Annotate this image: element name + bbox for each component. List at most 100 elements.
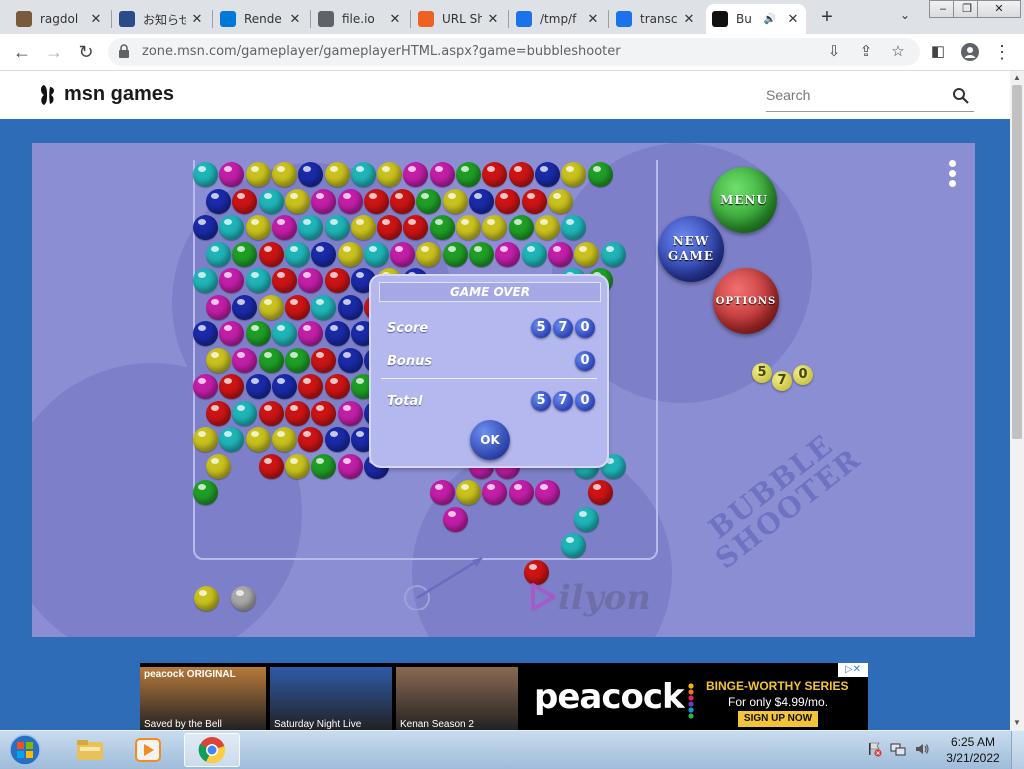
page-scrollbar[interactable]: ▲ ▼ bbox=[1010, 71, 1024, 730]
scroll-up-arrow-icon[interactable]: ▲ bbox=[1010, 71, 1024, 85]
ok-button[interactable]: OK bbox=[470, 420, 510, 460]
shooter-aim-arrow[interactable] bbox=[400, 550, 490, 610]
tab-title: URL Sh bbox=[442, 12, 482, 26]
ad-tile[interactable]: Saturday Night Live bbox=[270, 667, 392, 730]
media-player-icon[interactable] bbox=[120, 733, 176, 767]
forward-arrow-icon[interactable]: → bbox=[42, 40, 66, 64]
tab-search-icon[interactable]: ⌄ bbox=[896, 8, 914, 26]
browser-tab[interactable]: Rende ✕ bbox=[214, 4, 308, 34]
install-app-icon[interactable]: ⇩ bbox=[824, 42, 844, 62]
ad-brand-logo[interactable]: peacock bbox=[534, 677, 685, 717]
profile-avatar-icon[interactable] bbox=[958, 40, 982, 64]
bubble-yellow bbox=[547, 188, 573, 214]
bubble-cyan bbox=[600, 241, 626, 267]
reload-icon[interactable]: ↻ bbox=[74, 40, 98, 64]
total-digit: 5 bbox=[531, 391, 551, 411]
ilyon-play-icon bbox=[531, 583, 556, 611]
cat-photo-icon bbox=[16, 11, 32, 27]
tab-separator bbox=[608, 10, 609, 28]
tab-close-icon[interactable]: ✕ bbox=[586, 11, 600, 27]
next-bubble[interactable] bbox=[231, 586, 256, 611]
tab-close-icon[interactable]: ✕ bbox=[89, 11, 103, 27]
browser-tab[interactable]: Bu 🔊 ✕ bbox=[706, 4, 806, 34]
bubble-green bbox=[258, 347, 284, 373]
scroll-down-arrow-icon[interactable]: ▼ bbox=[1010, 716, 1024, 730]
lock-icon[interactable] bbox=[118, 44, 130, 58]
site-logo-text[interactable]: msn games bbox=[64, 83, 174, 106]
options-button[interactable]: OPTIONS bbox=[713, 268, 779, 334]
next-bubble[interactable] bbox=[194, 586, 219, 611]
browser-tab[interactable]: URL Sh ✕ bbox=[412, 4, 506, 34]
bubble-cyan bbox=[350, 162, 376, 187]
volume-icon[interactable] bbox=[914, 741, 930, 757]
url-text[interactable]: zone.msn.com/gameplayer/gameplayerHTML.a… bbox=[142, 44, 621, 59]
menu-button[interactable]: MENU bbox=[711, 167, 777, 233]
bubble-cyan bbox=[206, 241, 231, 267]
show-desktop-button[interactable] bbox=[1011, 731, 1024, 769]
bubble-cyan bbox=[271, 321, 297, 346]
action-center-flag-icon[interactable] bbox=[866, 741, 882, 757]
browser-tab[interactable]: ragdol ✕ bbox=[10, 4, 109, 34]
tab-close-icon[interactable]: ✕ bbox=[682, 11, 696, 27]
address-bar[interactable]: zone.msn.com/gameplayer/gameplayerHTML.a… bbox=[108, 38, 920, 66]
browser-tab[interactable]: file.io ✕ bbox=[312, 4, 408, 34]
side-panel-icon[interactable]: ◧ bbox=[926, 40, 950, 64]
ad-tile[interactable]: Kenan Season 2 bbox=[396, 667, 518, 730]
start-button[interactable] bbox=[6, 733, 44, 767]
tab-separator bbox=[212, 10, 213, 28]
bonus-digit: 0 bbox=[575, 351, 595, 371]
bookmark-star-icon[interactable]: ☆ bbox=[888, 42, 908, 62]
chrome-icon[interactable] bbox=[184, 733, 240, 767]
score-digit: 0 bbox=[575, 318, 595, 338]
bubble-magenta bbox=[337, 400, 363, 426]
search-box[interactable] bbox=[766, 85, 974, 112]
close-window-button[interactable]: ✕ bbox=[977, 0, 1021, 18]
ad-tile[interactable]: peacock ORIGINAL Saved by the Bell bbox=[140, 667, 266, 730]
browser-tab[interactable]: お知らせ ✕ bbox=[113, 4, 210, 34]
ad-tile-caption: Saturday Night Live bbox=[274, 719, 362, 730]
taskbar-clock[interactable]: 6:25 AM 3/21/2022 bbox=[940, 734, 1006, 766]
back-arrow-icon[interactable]: ← bbox=[10, 40, 34, 64]
bubble-red bbox=[284, 294, 310, 320]
bubble-cyan bbox=[521, 241, 547, 267]
share-icon[interactable]: ⇪ bbox=[856, 42, 876, 62]
tab-close-icon[interactable]: ✕ bbox=[486, 11, 500, 27]
msn-butterfly-icon[interactable] bbox=[38, 83, 58, 107]
tab-close-icon[interactable]: ✕ bbox=[388, 11, 402, 27]
scroll-thumb[interactable] bbox=[1012, 85, 1022, 439]
bubble-yellow bbox=[245, 427, 271, 452]
search-icon[interactable] bbox=[952, 87, 970, 105]
bubble-red bbox=[206, 400, 231, 426]
network-icon[interactable] bbox=[890, 741, 906, 757]
tab-close-icon[interactable]: ✕ bbox=[786, 11, 800, 27]
peacock-ad-banner[interactable]: peacock ORIGINAL Saved by the Bell Satur… bbox=[140, 663, 868, 730]
ad-signup-button[interactable]: SIGN UP NOW bbox=[738, 711, 818, 727]
news-icon bbox=[119, 11, 135, 27]
game-more-menu-icon[interactable] bbox=[946, 160, 958, 190]
audio-playing-icon[interactable]: 🔊 bbox=[764, 14, 776, 25]
bubble-blue bbox=[324, 427, 350, 452]
browser-tab[interactable]: /tmp/f ✕ bbox=[510, 4, 606, 34]
bubble-green bbox=[442, 241, 468, 267]
bubble-cyan bbox=[245, 268, 271, 293]
loaded-bubble[interactable] bbox=[524, 560, 549, 585]
ad-close-icon[interactable]: ▷✕ bbox=[838, 663, 868, 677]
tab-close-icon[interactable]: ✕ bbox=[190, 11, 204, 27]
bubble-green bbox=[587, 162, 613, 187]
browser-menu-icon[interactable]: ⋮ bbox=[990, 40, 1014, 64]
bubble-magenta bbox=[337, 188, 363, 214]
bubble-yellow bbox=[271, 427, 297, 452]
tab-close-icon[interactable]: ✕ bbox=[288, 11, 302, 27]
new-tab-button[interactable]: + bbox=[815, 6, 839, 30]
new-game-button[interactable]: NEW GAME bbox=[658, 216, 724, 282]
tab-separator bbox=[508, 10, 509, 28]
file-explorer-icon[interactable] bbox=[62, 733, 118, 767]
game-over-dialog: GAME OVER Score 5 7 0 Bonus 0 Total 5 7 … bbox=[371, 276, 607, 466]
bubble-magenta bbox=[429, 162, 455, 187]
score-label: Score bbox=[387, 321, 429, 336]
browser-tab[interactable]: transc ✕ bbox=[610, 4, 702, 34]
total-digit: 7 bbox=[553, 391, 573, 411]
bubble-cyan bbox=[574, 506, 600, 532]
bubble-green bbox=[416, 188, 442, 214]
search-input[interactable] bbox=[766, 85, 936, 105]
